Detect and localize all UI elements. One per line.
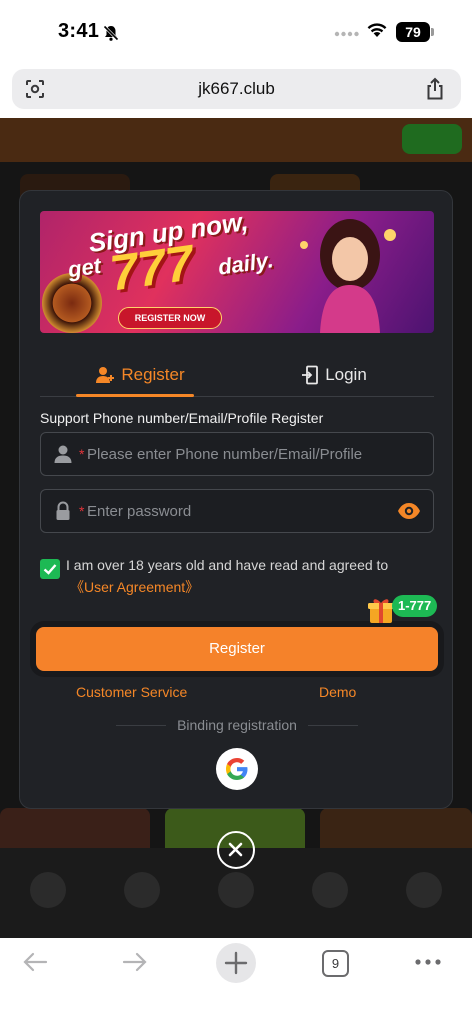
auth-tabs: Register Login — [40, 353, 434, 397]
browser-toolbar: 9 — [0, 938, 472, 1024]
background-nav-item — [218, 872, 254, 908]
agreement-text: I am over 18 years old and have read and… — [66, 557, 389, 573]
tab-login-label: Login — [325, 365, 367, 384]
demo-link[interactable]: Demo — [319, 684, 356, 700]
more-options-icon[interactable] — [414, 958, 442, 966]
banner-get: get — [66, 252, 103, 283]
gift-badge: 1-777 — [392, 595, 438, 617]
password-field[interactable]: * — [40, 489, 434, 533]
new-tab-button[interactable] — [216, 943, 256, 983]
register-modal: Sign up now, get 777 daily. REGISTER NOW… — [19, 190, 453, 809]
promo-banner[interactable]: Sign up now, get 777 daily. REGISTER NOW — [40, 211, 434, 333]
status-bar: 3:41 79 — [0, 0, 472, 64]
required-mark: * — [79, 503, 85, 519]
binding-registration-label: Binding registration — [177, 717, 297, 733]
user-agreement-link[interactable]: 《User Agreement》 — [70, 577, 199, 597]
agreement-checkbox[interactable] — [40, 559, 60, 579]
background-header — [0, 118, 472, 162]
forward-arrow-icon[interactable] — [122, 950, 148, 974]
address-bar[interactable]: jk667.club — [12, 69, 461, 109]
plus-icon — [224, 951, 248, 975]
add-user-icon — [96, 367, 115, 383]
google-icon — [226, 758, 248, 780]
banner-character-image — [300, 219, 396, 333]
google-login-button[interactable] — [216, 748, 258, 790]
lock-icon — [56, 501, 70, 520]
wifi-icon — [367, 23, 387, 37]
tab-register[interactable]: Register — [40, 353, 240, 397]
gift-icon — [368, 599, 394, 623]
battery-level: 79 — [396, 22, 430, 42]
background-button — [402, 124, 462, 154]
close-icon — [228, 842, 243, 857]
banner-daily: daily. — [216, 247, 275, 280]
close-modal-button[interactable] — [217, 831, 255, 869]
phone-email-input[interactable] — [87, 433, 407, 475]
phone-email-field[interactable]: * — [40, 432, 434, 476]
tab-switcher-button[interactable]: 9 — [322, 950, 349, 977]
status-time: 3:41 — [58, 20, 100, 42]
tab-register-label: Register — [121, 365, 185, 384]
back-arrow-icon[interactable] — [22, 950, 48, 974]
required-mark: * — [79, 446, 85, 462]
support-label: Support Phone number/Email/Profile Regis… — [40, 410, 324, 426]
tab-login[interactable]: Login — [234, 353, 434, 397]
banner-register-now-button[interactable]: REGISTER NOW — [118, 307, 222, 329]
login-door-icon — [302, 365, 319, 385]
background-nav-item — [30, 872, 66, 908]
show-password-eye-icon[interactable] — [397, 502, 421, 520]
register-button[interactable]: Register — [36, 627, 438, 671]
customer-service-link[interactable]: Customer Service — [76, 684, 187, 700]
user-icon — [54, 445, 72, 463]
share-icon[interactable] — [425, 77, 445, 101]
bell-muted-icon — [103, 25, 119, 41]
password-input[interactable] — [87, 490, 407, 532]
active-tab-indicator — [76, 394, 194, 397]
url-text[interactable]: jk667.club — [12, 79, 461, 99]
background-nav-item — [124, 872, 160, 908]
background-nav-item — [406, 872, 442, 908]
banner-amount: 777 — [106, 234, 197, 302]
battery-nub — [431, 28, 434, 36]
cellular-signal-icon — [334, 31, 359, 37]
background-nav-item — [312, 872, 348, 908]
checkmark-icon — [43, 564, 57, 575]
